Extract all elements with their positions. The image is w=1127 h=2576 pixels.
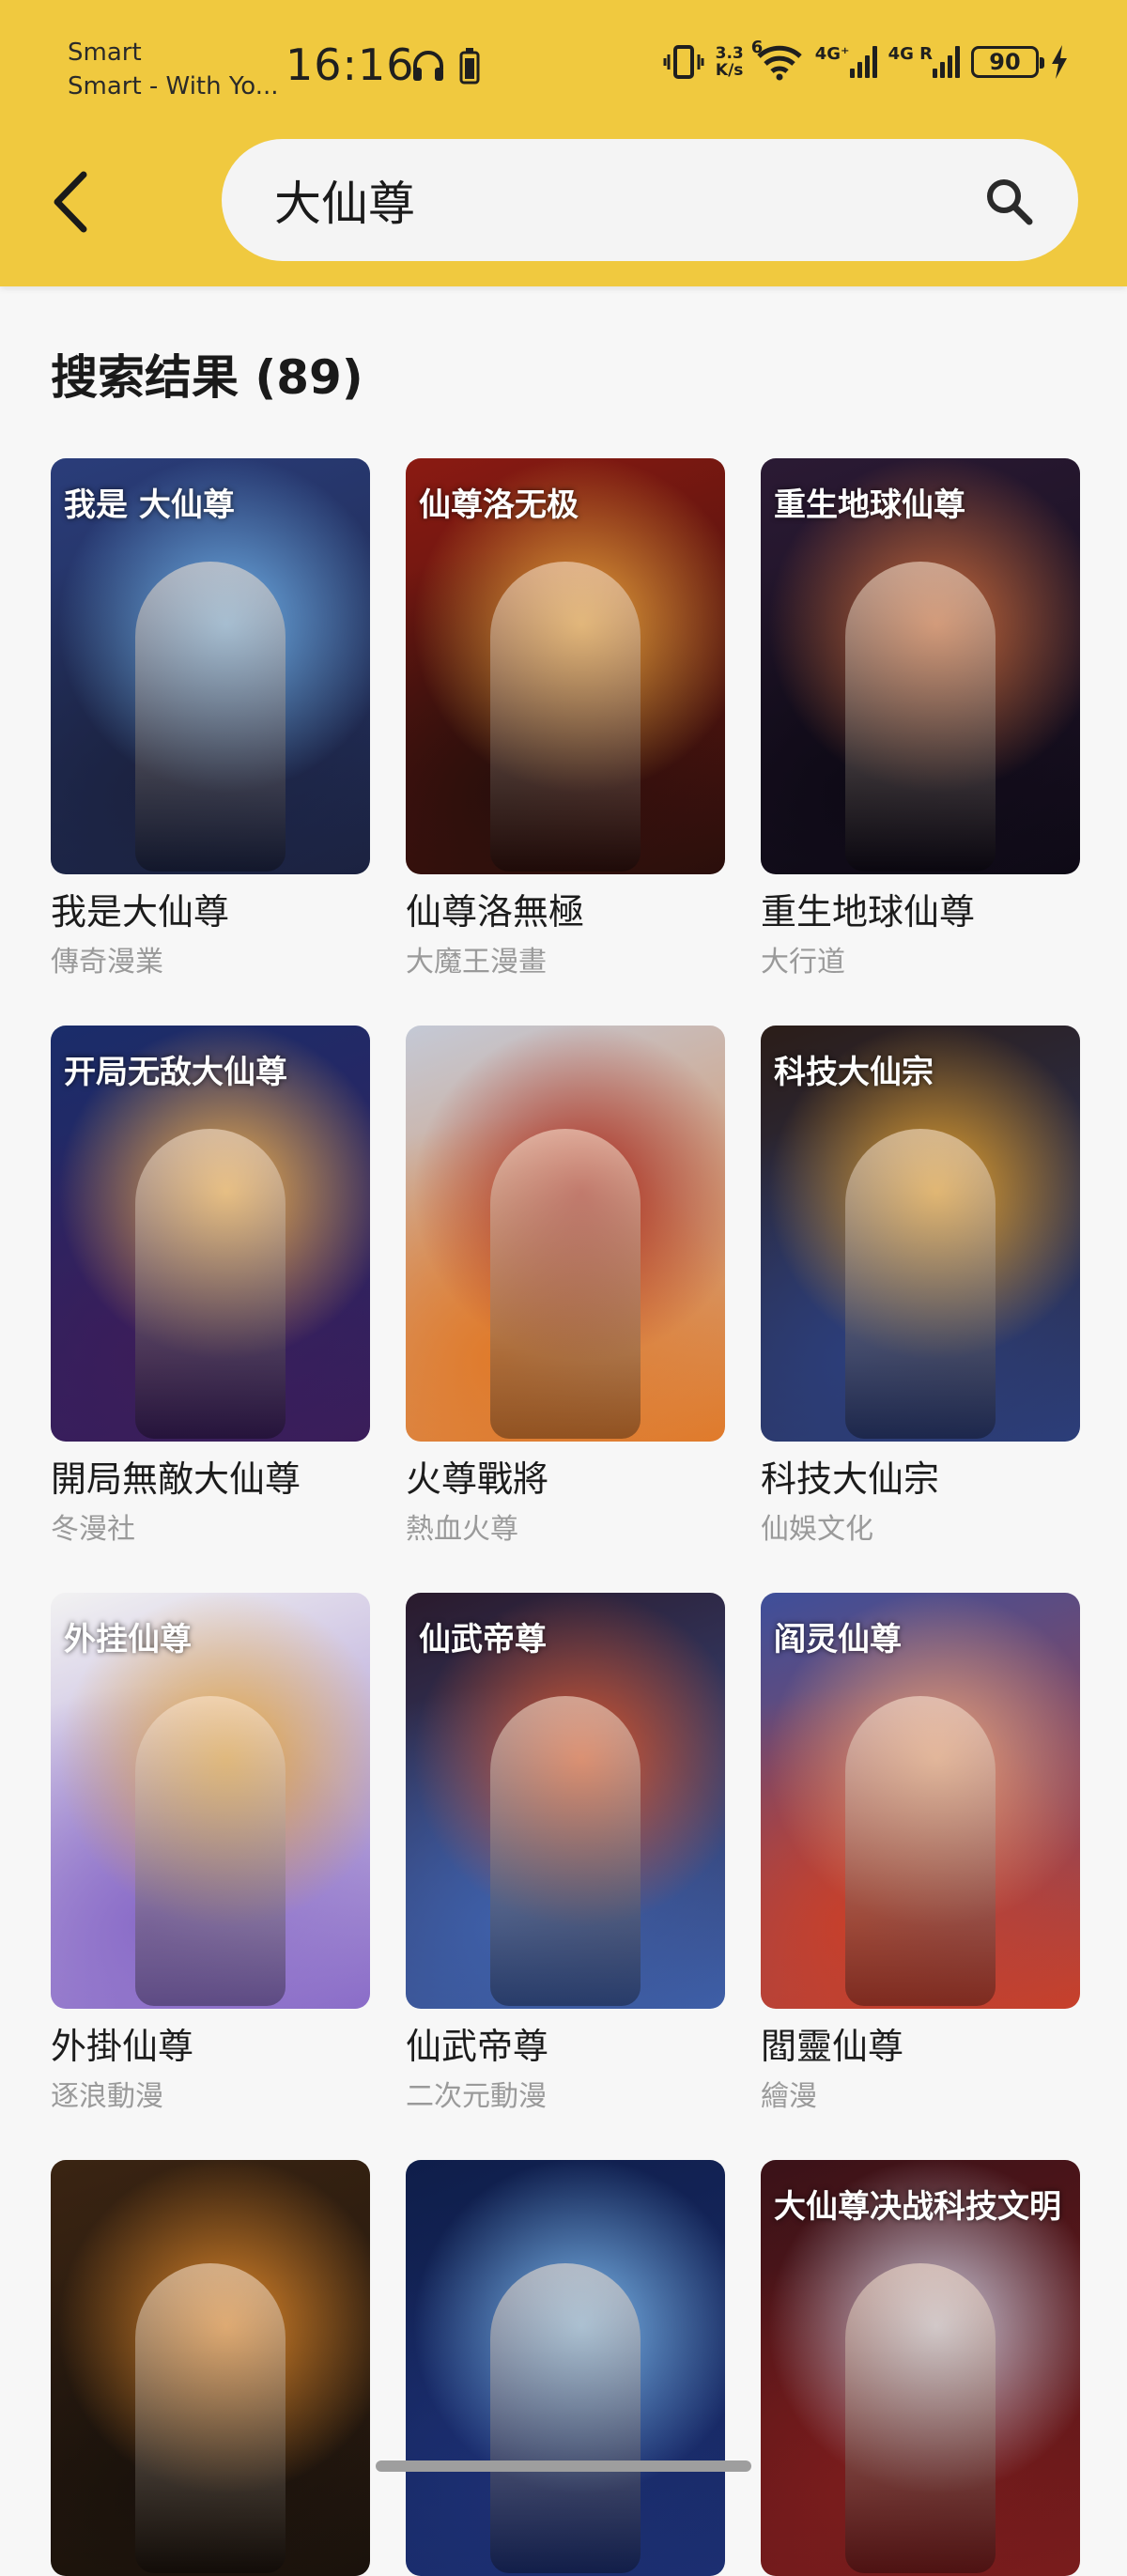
chevron-left-icon — [54, 171, 87, 233]
comic-cover[interactable]: 仙武帝尊 — [406, 1593, 725, 2009]
cover-title-art: 仙武帝尊 — [419, 1621, 547, 1658]
carrier-subtitle: Smart - With Yo... — [68, 72, 279, 100]
search-icon[interactable] — [982, 175, 1035, 227]
comic-cover[interactable]: 我是 大仙尊 — [51, 458, 370, 874]
comic-cover[interactable]: 科技大仙宗 — [761, 1026, 1080, 1442]
cover-figure — [490, 562, 641, 872]
cover-figure — [490, 2263, 641, 2573]
comic-cover[interactable]: 大仙尊决战科技文明 — [761, 2160, 1080, 2576]
comic-card[interactable]: 仙武帝尊 仙武帝尊 二次元動漫 — [406, 1593, 725, 2116]
network-speed-unit: K/s — [715, 61, 744, 80]
cover-title-art: 重生地球仙尊 — [774, 486, 965, 524]
charging-bolt-icon — [1052, 45, 1067, 79]
comic-title[interactable]: 重生地球仙尊 — [761, 889, 1080, 934]
wifi-label: 6 — [750, 38, 764, 57]
comic-author: 繪漫 — [761, 2080, 817, 2113]
cover-figure — [490, 1696, 641, 2006]
signal-2-label: 4G R — [888, 44, 933, 64]
cover-figure — [845, 1696, 996, 2006]
comic-author: 冬漫社 — [51, 1513, 135, 1546]
cover-title-art: 外挂仙尊 — [64, 1621, 192, 1658]
back-button[interactable] — [38, 160, 103, 244]
comic-card[interactable]: 仙尊洛无极仙尊洛無極大魔王漫畫 — [406, 458, 725, 981]
cover-title-art: 阎灵仙尊 — [774, 1621, 902, 1658]
status-right-icons: 3.3 K/s 6 4G⁺ 4G R 90 — [663, 39, 1069, 81]
status-bar: Smart Smart - With Yo... 16:16 3.3 K/s 6… — [0, 0, 1127, 131]
search-input[interactable] — [272, 172, 934, 228]
comic-card[interactable] — [51, 2160, 370, 2576]
cover-figure — [135, 2263, 286, 2573]
comic-card[interactable] — [406, 2160, 725, 2576]
network-speed: 3.3 K/s — [716, 45, 744, 79]
comic-card[interactable]: 火尊戰將 熱血火尊 — [406, 1026, 725, 1549]
comic-author: 逐浪動漫 — [51, 2080, 163, 2113]
network-speed-value: 3.3 — [715, 44, 744, 63]
home-indicator[interactable] — [376, 2460, 751, 2472]
comic-card[interactable]: 阎灵仙尊閻靈仙尊繪漫 — [761, 1593, 1080, 2116]
comic-cover[interactable] — [51, 2160, 370, 2576]
cover-title-art: 科技大仙宗 — [774, 1054, 934, 1091]
comic-card[interactable]: 重生地球仙尊 重生地球仙尊 大行道 — [761, 458, 1080, 981]
headphones-icon — [413, 51, 443, 81]
cover-figure — [845, 2263, 996, 2573]
cover-title-art: 我是 大仙尊 — [64, 486, 235, 524]
carrier-info: Smart Smart - With Yo... — [68, 36, 279, 103]
comic-author: 大行道 — [761, 946, 845, 979]
comic-cover[interactable]: 外挂仙尊 — [51, 1593, 370, 2009]
comic-title[interactable]: 仙武帝尊 — [406, 2024, 725, 2069]
cover-figure — [490, 1129, 641, 1439]
top-bar: Smart Smart - With Yo... 16:16 3.3 K/s 6… — [0, 0, 1127, 286]
cover-title-art: 仙尊洛无极 — [419, 486, 579, 524]
comic-card[interactable]: 开局无敌大仙尊開局無敵大仙尊冬漫社 — [51, 1026, 370, 1549]
signal-bars-icon — [933, 46, 960, 78]
comic-card[interactable]: 我是 大仙尊我是大仙尊傳奇漫業 — [51, 458, 370, 981]
carrier-name: Smart — [68, 39, 142, 67]
vibrate-icon — [663, 45, 704, 79]
cover-figure — [135, 562, 286, 872]
comic-title[interactable]: 開局無敵大仙尊 — [51, 1457, 370, 1502]
comic-title[interactable]: 火尊戰將 — [406, 1457, 725, 1502]
comic-card[interactable]: 科技大仙宗 科技大仙宗 仙娛文化 — [761, 1026, 1080, 1549]
search-bar[interactable] — [222, 139, 1078, 261]
comic-title[interactable]: 閻靈仙尊 — [761, 2024, 1080, 2069]
battery-icon: 90 — [971, 46, 1044, 78]
signal-1-label: 4G⁺ — [814, 44, 850, 64]
results-heading: 搜索结果 (89) — [51, 350, 363, 405]
status-time: 16:16 — [286, 39, 415, 90]
cover-figure — [135, 1129, 286, 1439]
comic-author: 熱血火尊 — [406, 1513, 518, 1546]
cover-figure — [845, 562, 996, 872]
cover-title-art: 大仙尊决战科技文明 — [774, 2188, 1061, 2226]
comic-author: 傳奇漫業 — [51, 946, 163, 979]
comic-title[interactable]: 科技大仙宗 — [761, 1457, 1080, 1502]
signal-1: 4G⁺ — [815, 46, 877, 78]
comic-cover[interactable]: 开局无敌大仙尊 — [51, 1026, 370, 1442]
comic-cover[interactable] — [406, 2160, 725, 2576]
comic-author: 大魔王漫畫 — [406, 946, 547, 979]
comic-cover[interactable]: 重生地球仙尊 — [761, 458, 1080, 874]
cover-figure — [135, 1696, 286, 2006]
comic-title[interactable]: 仙尊洛無極 — [406, 889, 725, 934]
comic-cover[interactable]: 阎灵仙尊 — [761, 1593, 1080, 2009]
comic-title[interactable]: 我是大仙尊 — [51, 889, 370, 934]
battery-saver-icon — [459, 48, 480, 85]
battery-level: 90 — [989, 49, 1021, 75]
signal-bars-icon — [849, 46, 877, 78]
cover-figure — [845, 1129, 996, 1439]
signal-2: 4G R — [888, 46, 960, 78]
comic-card[interactable]: 外挂仙尊外掛仙尊逐浪動漫 — [51, 1593, 370, 2116]
comic-author: 仙娛文化 — [761, 1513, 873, 1546]
status-left-icons — [409, 47, 481, 85]
cover-title-art: 开局无敌大仙尊 — [64, 1054, 287, 1091]
comic-card[interactable]: 大仙尊决战科技文明 — [761, 2160, 1080, 2576]
comic-title[interactable]: 外掛仙尊 — [51, 2024, 370, 2069]
comic-cover[interactable]: 仙尊洛无极 — [406, 458, 725, 874]
wifi-indicator: 6 — [751, 39, 804, 81]
comic-cover[interactable] — [406, 1026, 725, 1442]
comic-author: 二次元動漫 — [406, 2080, 547, 2113]
